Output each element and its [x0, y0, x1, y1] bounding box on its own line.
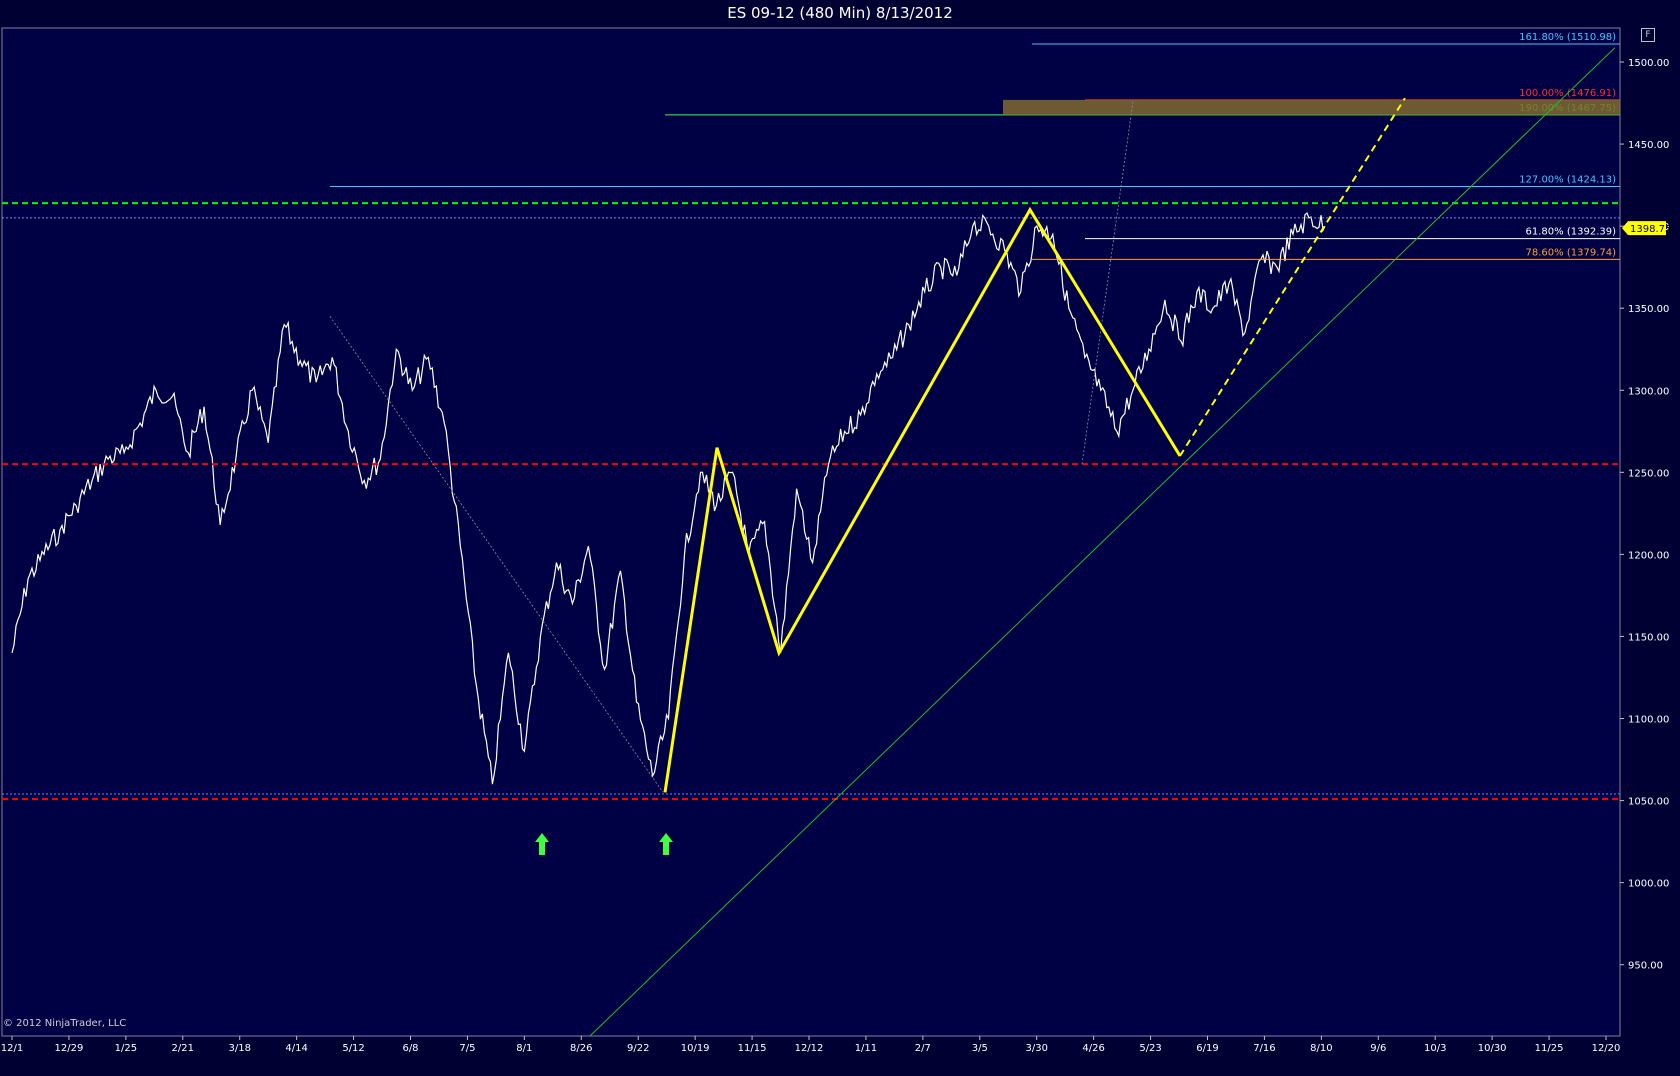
y-tick-label: 1500.00 — [1628, 58, 1669, 69]
y-tick-label: 1300.00 — [1628, 386, 1669, 397]
y-tick-label: 1050.00 — [1628, 797, 1669, 808]
fib-level-label: 78.60% (1379.74) — [1526, 247, 1617, 258]
x-tick-label: 1/25 — [115, 1043, 137, 1054]
y-tick-label: 1150.00 — [1628, 632, 1669, 643]
x-tick-label: 12/1 — [1, 1043, 23, 1054]
x-tick-label: 6/8 — [402, 1043, 418, 1054]
y-tick-label: 1250.00 — [1628, 468, 1669, 479]
x-tick-label: 10/30 — [1478, 1043, 1507, 1054]
x-tick-label: 10/19 — [681, 1043, 710, 1054]
x-tick-label: 3/5 — [972, 1043, 988, 1054]
x-tick-label: 2/7 — [915, 1043, 931, 1054]
y-tick-label: 1450.00 — [1628, 140, 1669, 151]
y-tick-label: 1000.00 — [1628, 879, 1669, 890]
fib-level-label: 61.80% (1392.39) — [1526, 227, 1617, 238]
price-chart[interactable]: 1500.001450.001400.001350.001300.001250.… — [0, 0, 1680, 1076]
x-tick-label: 9/22 — [627, 1043, 649, 1054]
y-tick-label: 950.00 — [1628, 961, 1663, 972]
x-tick-label: 8/26 — [570, 1043, 592, 1054]
x-tick-label: 8/10 — [1310, 1043, 1332, 1054]
x-tick-label: 10/3 — [1424, 1043, 1446, 1054]
x-tick-label: 5/23 — [1139, 1043, 1161, 1054]
x-tick-label: 5/12 — [342, 1043, 364, 1054]
x-tick-label: 12/20 — [1592, 1043, 1621, 1054]
last-price-label: 1398.75 — [1630, 224, 1671, 235]
x-tick-label: 6/19 — [1196, 1043, 1218, 1054]
x-tick-label: 7/16 — [1253, 1043, 1275, 1054]
x-tick-label: 8/1 — [516, 1043, 532, 1054]
plot-area — [1, 27, 1621, 1037]
x-tick-label: 11/15 — [738, 1043, 767, 1054]
y-tick-label: 1100.00 — [1628, 715, 1669, 726]
fib-level-label: 161.80% (1510.98) — [1519, 32, 1616, 43]
x-tick-label: 12/29 — [55, 1043, 84, 1054]
x-tick-label: 7/5 — [459, 1043, 475, 1054]
panel-f-button[interactable]: F — [1641, 28, 1655, 42]
y-tick-label: 1200.00 — [1628, 550, 1669, 561]
copyright-text: © 2012 NinjaTrader, LLC — [3, 1018, 127, 1029]
x-tick-label: 4/26 — [1082, 1043, 1104, 1054]
x-tick-label: 11/25 — [1535, 1043, 1564, 1054]
x-tick-label: 4/14 — [285, 1043, 307, 1054]
x-tick-label: 3/30 — [1025, 1043, 1047, 1054]
x-tick-label: 3/18 — [228, 1043, 250, 1054]
x-tick-label: 12/12 — [795, 1043, 824, 1054]
x-tick-label: 2/21 — [172, 1043, 194, 1054]
fib-level-label: 127.00% (1424.13) — [1519, 175, 1616, 186]
y-tick-label: 1350.00 — [1628, 304, 1669, 315]
target-zone — [1003, 99, 1620, 115]
x-tick-label: 1/11 — [855, 1043, 877, 1054]
x-tick-label: 9/6 — [1370, 1043, 1386, 1054]
